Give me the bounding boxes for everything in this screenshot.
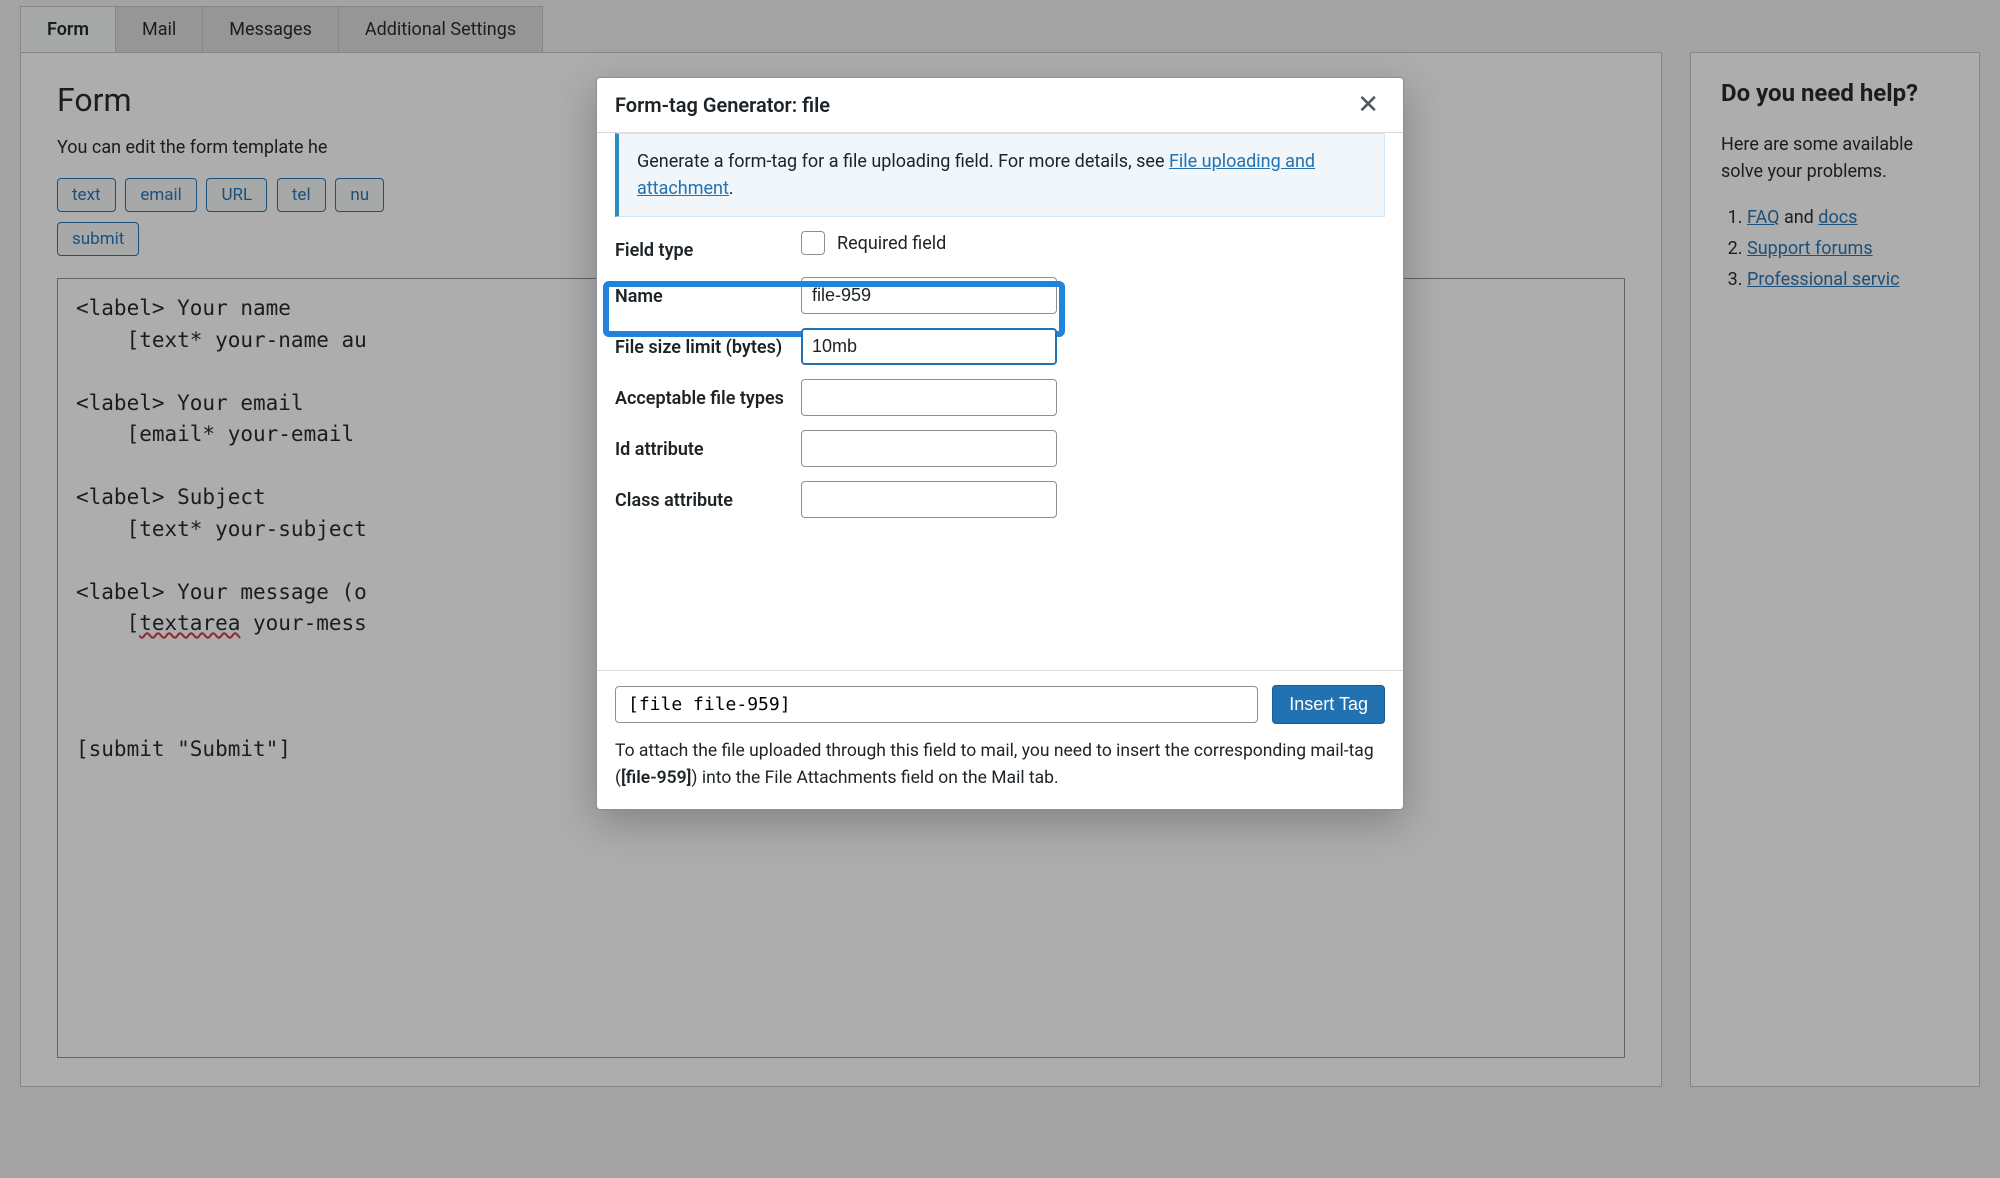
acceptable-types-field[interactable] [801,379,1057,416]
name-field[interactable] [801,277,1057,314]
field-type-label: Field type [615,231,791,263]
name-label: Name [615,277,791,309]
form-tag-generator-modal: Form-tag Generator: file ✕ Generate a fo… [596,77,1404,810]
class-attr-field[interactable] [801,481,1057,518]
class-attr-label: Class attribute [615,481,791,513]
id-attr-field[interactable] [801,430,1057,467]
file-size-limit-label: File size limit (bytes) [615,328,791,360]
modal-title: Form-tag Generator: file [615,93,830,117]
required-field-checkbox[interactable] [801,231,825,255]
acceptable-types-label: Acceptable file types [615,379,791,411]
insert-tag-button[interactable]: Insert Tag [1272,685,1385,724]
required-field-label: Required field [837,233,946,254]
file-size-limit-field[interactable] [801,328,1057,365]
id-attr-label: Id attribute [615,430,791,462]
generated-tag-output[interactable] [615,686,1258,723]
close-icon[interactable]: ✕ [1351,88,1385,122]
modal-info-box: Generate a form-tag for a file uploading… [615,133,1385,217]
modal-footer-note: To attach the file uploaded through this… [615,738,1385,791]
mail-tag-code: [file-959] [621,768,691,788]
